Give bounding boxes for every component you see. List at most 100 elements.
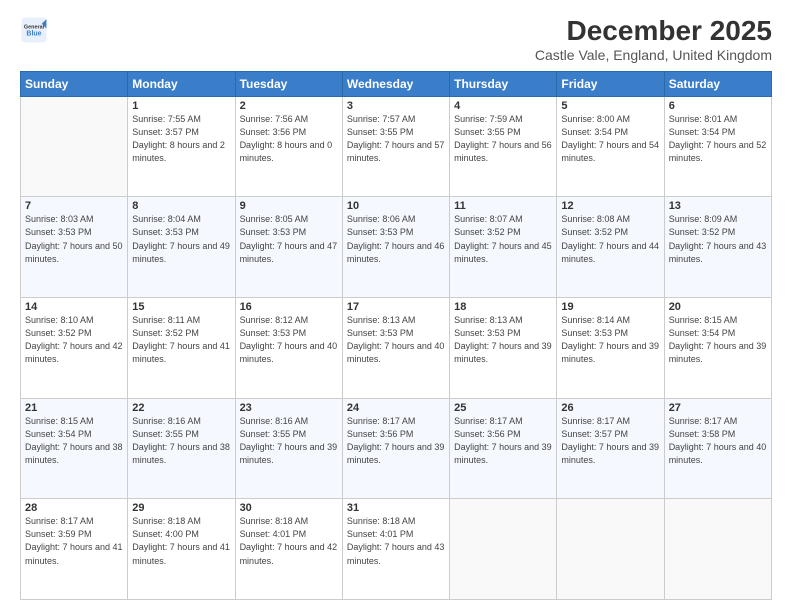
page: General Blue December 2025 Castle Vale, … [0, 0, 792, 612]
daylight-text: Daylight: 7 hours and 39 minutes. [240, 442, 338, 465]
col-wednesday: Wednesday [342, 71, 449, 96]
table-row: 22Sunrise: 8:16 AMSunset: 3:55 PMDayligh… [128, 398, 235, 499]
sunrise-text: Sunrise: 7:55 AM [132, 114, 201, 124]
daylight-text: Daylight: 7 hours and 39 minutes. [561, 442, 659, 465]
daylight-text: Daylight: 7 hours and 41 minutes. [25, 542, 123, 565]
sunset-text: Sunset: 3:55 PM [240, 429, 307, 439]
daylight-text: Daylight: 7 hours and 52 minutes. [669, 140, 767, 163]
day-number: 13 [669, 200, 767, 212]
sunrise-text: Sunrise: 8:18 AM [347, 516, 416, 526]
sunrise-text: Sunrise: 8:14 AM [561, 315, 630, 325]
sunset-text: Sunset: 3:53 PM [347, 227, 414, 237]
table-row: 10 Sunrise: 8:06 AM Sunset: 3:53 PM Dayligh… [342, 197, 449, 298]
sunrise-text: Sunrise: 8:03 AM [25, 214, 94, 224]
day-number: 29 [132, 502, 230, 514]
day-info: Sunrise: 8:18 AMSunset: 4:00 PMDaylight:… [132, 515, 230, 567]
sunset-text: Sunset: 3:59 PM [25, 529, 92, 539]
daylight-text: Daylight: 7 hours and 50 minutes. [25, 241, 123, 264]
day-info: Sunrise: 8:07 AMSunset: 3:52 PMDaylight:… [454, 213, 552, 265]
daylight-text: Daylight: 7 hours and 56 minutes. [454, 140, 552, 163]
sunset-text: Sunset: 4:00 PM [132, 529, 199, 539]
day-info: Sunrise: 8:10 AMSunset: 3:52 PMDaylight:… [25, 314, 123, 366]
daylight-text: Daylight: 7 hours and 40 minutes. [240, 341, 338, 364]
sunrise-text: Sunrise: 8:06 AM [347, 214, 416, 224]
day-number: 4 [454, 100, 552, 112]
day-info: Sunrise: 8:17 AMSunset: 3:56 PMDaylight:… [454, 415, 552, 467]
sunrise-text: Sunrise: 8:17 AM [347, 416, 416, 426]
calendar-header-row: Sunday Monday Tuesday Wednesday Thursday… [21, 71, 772, 96]
day-number: 5 [561, 100, 659, 112]
daylight-text: Daylight: 8 hours and 2 minutes. [132, 140, 225, 163]
table-row: 5Sunrise: 8:00 AMSunset: 3:54 PMDaylight… [557, 96, 664, 197]
table-row: 28Sunrise: 8:17 AMSunset: 3:59 PMDayligh… [21, 499, 128, 600]
sunrise-text: Sunrise: 8:11 AM [132, 315, 200, 325]
daylight-text: Daylight: 7 hours and 41 minutes. [132, 542, 230, 565]
day-number: 11 [454, 200, 552, 212]
day-number: 7 [25, 200, 123, 212]
table-row: 25Sunrise: 8:17 AMSunset: 3:56 PMDayligh… [450, 398, 557, 499]
sunset-text: Sunset: 3:57 PM [561, 429, 628, 439]
col-monday: Monday [128, 71, 235, 96]
sunset-text: Sunset: 3:54 PM [561, 127, 628, 137]
sunrise-text: Sunrise: 7:56 AM [240, 114, 309, 124]
day-info: Sunrise: 8:14 AM Sunset: 3:53 PM Daylight:… [561, 314, 659, 366]
table-row: 3Sunrise: 7:57 AMSunset: 3:55 PMDaylight… [342, 96, 449, 197]
table-row [21, 96, 128, 197]
daylight-text: Daylight: 7 hours and 42 minutes. [25, 341, 123, 364]
day-info: Sunrise: 8:17 AMSunset: 3:59 PMDaylight:… [25, 515, 123, 567]
day-number: 28 [25, 502, 123, 514]
sunset-text: Sunset: 3:53 PM [132, 227, 199, 237]
sunset-text: Sunset: 3:57 PM [132, 127, 199, 137]
table-row: 20Sunrise: 8:15 AMSunset: 3:54 PMDayligh… [664, 298, 771, 399]
table-row [664, 499, 771, 600]
table-row [557, 499, 664, 600]
day-info: Sunrise: 7:57 AMSunset: 3:55 PMDaylight:… [347, 113, 445, 165]
day-number: 10 [347, 200, 445, 212]
sunrise-text: Sunrise: 8:08 AM [561, 214, 630, 224]
table-row: 7Sunrise: 8:03 AMSunset: 3:53 PMDaylight… [21, 197, 128, 298]
table-row [450, 499, 557, 600]
daylight-text: Daylight: 7 hours and 39 minutes. [454, 442, 552, 465]
daylight-text: Daylight: 7 hours and 43 minutes. [669, 241, 767, 264]
sunset-text: Sunset: 3:53 PM [561, 328, 628, 338]
day-number: 30 [240, 502, 338, 514]
calendar-week-row: 28Sunrise: 8:17 AMSunset: 3:59 PMDayligh… [21, 499, 772, 600]
sunset-text: Sunset: 3:54 PM [669, 127, 736, 137]
day-info: Sunrise: 8:18 AMSunset: 4:01 PMDaylight:… [240, 515, 338, 567]
table-row: 24Sunrise: 8:17 AMSunset: 3:56 PMDayligh… [342, 398, 449, 499]
table-row: 19 Sunrise: 8:14 AM Sunset: 3:53 PM Dayligh… [557, 298, 664, 399]
daylight-text: Daylight: 7 hours and 47 minutes. [240, 241, 338, 264]
sunset-text: Sunset: 3:54 PM [25, 429, 92, 439]
calendar-week-row: 21Sunrise: 8:15 AMSunset: 3:54 PMDayligh… [21, 398, 772, 499]
day-number: 19 [561, 301, 659, 313]
sunrise-text: Sunrise: 8:05 AM [240, 214, 309, 224]
sunrise-text: Sunrise: 8:18 AM [240, 516, 309, 526]
sunset-text: Sunset: 3:55 PM [132, 429, 199, 439]
daylight-text: Daylight: 7 hours and 43 minutes. [347, 542, 445, 565]
sunset-text: Sunset: 3:53 PM [347, 328, 414, 338]
calendar-week-row: 7 Sunrise: 8:03 AM Sunset: 3:53 PM Daylight… [21, 197, 772, 298]
day-info: Sunrise: 8:05 AMSunset: 3:53 PMDaylight:… [240, 213, 338, 265]
calendar-week-row: 1 Sunrise: 7:55 AM Sunset: 3:57 PM Daylight… [21, 96, 772, 197]
sunrise-text: Sunrise: 8:16 AM [132, 416, 201, 426]
day-info: Sunrise: 7:55 AM Sunset: 3:57 PM Daylight:… [132, 113, 230, 165]
day-info: Sunrise: 8:06 AM Sunset: 3:53 PM Daylight:… [347, 213, 445, 265]
daylight-text: Daylight: 7 hours and 40 minutes. [347, 341, 445, 364]
daylight-text: Daylight: 7 hours and 42 minutes. [240, 542, 338, 565]
daylight-text: Daylight: 7 hours and 46 minutes. [347, 241, 445, 264]
table-row: 30Sunrise: 8:18 AMSunset: 4:01 PMDayligh… [235, 499, 342, 600]
day-info: Sunrise: 8:18 AMSunset: 4:01 PMDaylight:… [347, 515, 445, 567]
sunset-text: Sunset: 3:52 PM [25, 328, 92, 338]
table-row: 29Sunrise: 8:18 AMSunset: 4:00 PMDayligh… [128, 499, 235, 600]
day-number: 1 [132, 100, 230, 112]
table-row: 8Sunrise: 8:04 AMSunset: 3:53 PMDaylight… [128, 197, 235, 298]
day-number: 9 [240, 200, 338, 212]
day-number: 16 [240, 301, 338, 313]
day-info: Sunrise: 8:17 AMSunset: 3:58 PMDaylight:… [669, 415, 767, 467]
daylight-text: Daylight: 7 hours and 39 minutes. [561, 341, 659, 364]
sunrise-text: Sunrise: 7:57 AM [347, 114, 416, 124]
table-row: 31Sunrise: 8:18 AMSunset: 4:01 PMDayligh… [342, 499, 449, 600]
sunrise-text: Sunrise: 8:17 AM [561, 416, 630, 426]
day-number: 27 [669, 402, 767, 414]
day-info: Sunrise: 8:13 AMSunset: 3:53 PMDaylight:… [347, 314, 445, 366]
